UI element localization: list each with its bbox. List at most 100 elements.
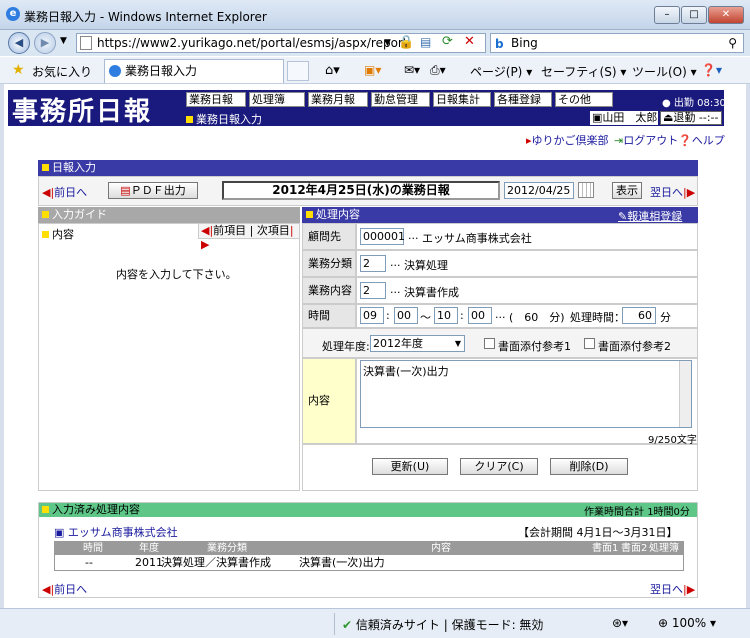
user-name: ▣山田 太郎 [590, 111, 658, 125]
search-icon[interactable]: ⚲ [728, 34, 737, 52]
guide-message: 内容を入力して下さい。 [116, 268, 237, 281]
help-icon[interactable]: ❓▾ [701, 63, 722, 77]
compat-icon[interactable]: ▤ [420, 35, 431, 49]
minimize-button[interactable]: – [654, 6, 680, 24]
delete-button[interactable]: 削除(D) [550, 458, 628, 475]
end-minute-input[interactable]: 00 [468, 307, 492, 324]
safety-menu[interactable]: セーフティ(S) ▾ [541, 63, 626, 80]
guide-panel [38, 223, 300, 491]
feeds-icon[interactable]: ▣▾ [364, 63, 381, 77]
back-icon[interactable]: ◀ [8, 32, 30, 54]
forward-icon[interactable]: ▶ [34, 32, 56, 54]
attach2-checkbox[interactable] [584, 338, 595, 349]
mail-icon[interactable]: ✉▾ [404, 63, 420, 77]
time-tilde: ～ [420, 311, 431, 324]
close-button[interactable]: ✕ [708, 6, 744, 24]
window-title: 業務日報入力 - Windows Internet Explorer [24, 10, 267, 24]
protected-mode-icon[interactable]: ⊛▾ [612, 616, 628, 630]
report-link[interactable]: ✎報連相登録 [618, 208, 682, 224]
time-label: 時間 [302, 304, 356, 328]
logout-link[interactable]: ⇥ログアウト [614, 132, 678, 148]
guide-content-label: 内容 [42, 226, 74, 242]
year-label: 処理年度: [322, 340, 370, 353]
end-hour-input[interactable]: 10 [434, 307, 458, 324]
textarea-scrollbar[interactable] [679, 361, 691, 427]
menu-other[interactable]: その他 [555, 92, 613, 107]
year-select[interactable]: 2012年度 ▼ [370, 335, 465, 352]
menu-monthly-report[interactable]: 業務月報 [308, 92, 368, 107]
nippo-heading: 2012年4月25日(水)の業務日報 [222, 181, 500, 200]
favorites-star-icon[interactable]: ★ [12, 62, 25, 78]
time-colon-1: : [386, 309, 390, 322]
ie-tab-icon [109, 65, 121, 77]
search-input[interactable]: b Bing ⚲ [490, 33, 744, 53]
client-label: 顧問先 [302, 223, 356, 250]
zoom-control[interactable]: ⊕ 100% ▾ [658, 616, 716, 630]
user-icon: ▣ [592, 111, 603, 124]
menu-report-total[interactable]: 日報集計 [433, 92, 491, 107]
menu-daily-report[interactable]: 業務日報 [186, 92, 246, 107]
window-titlebar: e 業務日報入力 - Windows Internet Explorer – □… [0, 0, 750, 30]
show-button[interactable]: 表示 [612, 182, 642, 199]
favorites-button[interactable]: お気に入り [32, 63, 92, 80]
menu-process-book[interactable]: 処理簿 [249, 92, 305, 107]
print-icon[interactable]: ⎙▾ [430, 63, 446, 78]
zoom-icon: ⊕ [658, 616, 669, 630]
start-minute-input[interactable]: 00 [394, 307, 418, 324]
tools-menu[interactable]: ツール(O) ▾ [632, 63, 697, 80]
process-time-input[interactable]: 60 [622, 307, 656, 324]
stop-icon[interactable]: ✕ [464, 34, 475, 49]
home-icon[interactable]: ⌂▾ [325, 63, 340, 78]
guide-panel-header: 入力ガイド [38, 207, 300, 223]
attach2-label: 書面添付参考2 [598, 340, 671, 353]
attach1-checkbox[interactable] [484, 338, 495, 349]
pdf-button[interactable]: ▤ＰＤＦ出力 [108, 182, 198, 199]
prev-day-link[interactable]: ◀|前日へ [42, 184, 87, 200]
maximize-button[interactable]: □ [681, 6, 707, 24]
status-bar: ✔ 信頼済みサイト | 保護モード: 無効 ⊛▾ ⊕ 100% ▾ [0, 608, 750, 638]
status-divider [334, 613, 335, 635]
trusted-site-status: ✔ 信頼済みサイト | 保護モード: 無効 [342, 618, 544, 632]
menu-attendance[interactable]: 勤怠管理 [371, 92, 430, 107]
url-dropdown-icon[interactable]: ▼ [384, 38, 391, 48]
detail-code-input[interactable]: 2 [360, 282, 386, 299]
browser-tab[interactable]: 業務日報入力 [104, 59, 284, 83]
guide-item-nav: ◀|前項目 | 次項目|▶ [198, 223, 300, 251]
ie-icon: e [6, 7, 20, 21]
refresh-icon[interactable]: ⟳ [442, 34, 453, 49]
date-input[interactable]: 2012/04/25 [504, 182, 574, 199]
help-link[interactable]: ❓ヘルプ [678, 132, 725, 148]
club-link[interactable]: ▸ゆりかご倶楽部 [526, 132, 609, 148]
history-dropdown-icon[interactable]: ▼ [60, 36, 67, 46]
menu-registration[interactable]: 各種登録 [494, 92, 552, 107]
minutes-display: ··· ( 60 分) [495, 311, 565, 324]
next-day-link[interactable]: 翌日へ|▶ [650, 184, 695, 200]
detail-name: ··· 決算書作成 [390, 286, 459, 299]
page-menu[interactable]: ページ(P) ▾ [470, 63, 532, 80]
category-code-input[interactable]: 2 [360, 255, 386, 272]
logout-status-button[interactable]: ⏏退勤 --:-- [660, 111, 722, 125]
process-time-unit: 分 [660, 311, 671, 324]
client-name: ··· エッサム商事株式会社 [408, 232, 532, 245]
done-panel-border [38, 502, 698, 598]
update-button[interactable]: 更新(U) [372, 458, 448, 475]
next-item-link[interactable]: 次項目 [257, 224, 290, 237]
clock-in-status: ● 出勤 08:30 [662, 98, 726, 109]
start-hour-input[interactable]: 09 [360, 307, 384, 324]
detail-label: 業務内容 [302, 277, 356, 304]
prev-item-link[interactable]: 前項目 [213, 224, 246, 237]
calendar-icon[interactable] [578, 182, 594, 198]
client-code-input[interactable]: 000001 [360, 228, 405, 245]
time-colon-2: : [460, 309, 464, 322]
category-label: 業務分類 [302, 250, 356, 277]
check-icon: ✔ [342, 618, 353, 632]
new-tab-button[interactable] [287, 61, 309, 81]
lock-icon[interactable]: 🔒 [398, 35, 414, 50]
content-label: 内容 [302, 358, 356, 444]
page-icon [80, 36, 92, 50]
attach1-label: 書面添付参考1 [498, 340, 571, 353]
clear-button[interactable]: クリア(C) [460, 458, 538, 475]
app-logo: 事務所日報 [12, 97, 153, 127]
content-textarea[interactable]: 決算書(一次)出力 [360, 360, 692, 428]
page-subtitle: 業務日報入力 [186, 111, 262, 127]
